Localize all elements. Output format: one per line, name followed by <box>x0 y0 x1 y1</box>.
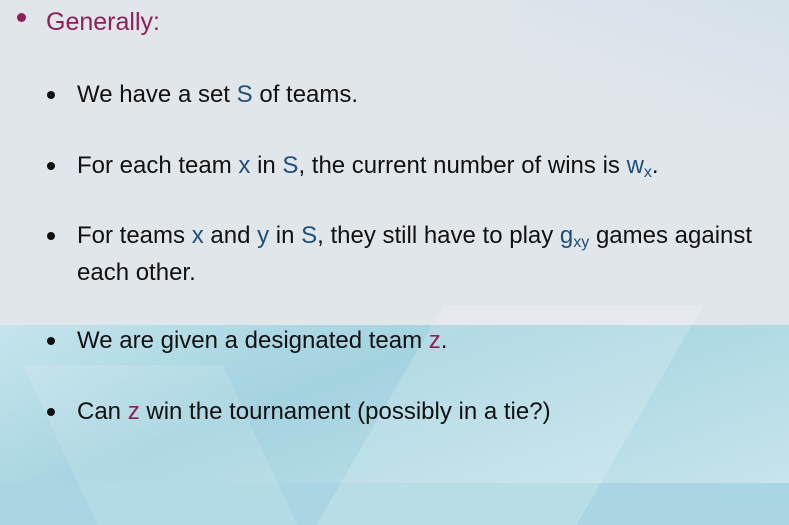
bullet-icon <box>47 162 55 170</box>
bullet-item-designated-team: We are given a designated team z. <box>47 324 777 358</box>
bullet-item-games-remaining: For teams x and y in S, they still have … <box>47 219 777 290</box>
bullet-item-question: Can z win the tournament (possibly in a … <box>47 395 777 429</box>
var-g: g <box>559 222 574 249</box>
var-s: S <box>236 81 253 108</box>
bullet-item-wins: For each team x in S, the current number… <box>47 149 777 186</box>
var-z: z <box>428 327 441 354</box>
var-s: S <box>282 152 299 179</box>
var-y: y <box>257 222 270 249</box>
bullet-item-set-of-teams: We have a set S of teams. <box>47 78 777 112</box>
bullet-icon <box>47 408 55 416</box>
var-w: w <box>626 152 644 179</box>
var-g-subscript: xy <box>573 234 590 251</box>
heading-text: Generally: <box>46 8 160 36</box>
var-z: z <box>127 398 140 425</box>
var-s: S <box>301 222 318 249</box>
heading-bullet-icon <box>17 13 26 22</box>
slide-heading: Generally: <box>14 8 160 37</box>
var-x: x <box>191 222 204 249</box>
var-x: x <box>238 152 251 179</box>
bullet-icon <box>47 337 55 345</box>
var-w-subscript: x <box>643 164 652 181</box>
bullet-icon <box>47 91 55 99</box>
bullet-icon <box>47 232 55 240</box>
